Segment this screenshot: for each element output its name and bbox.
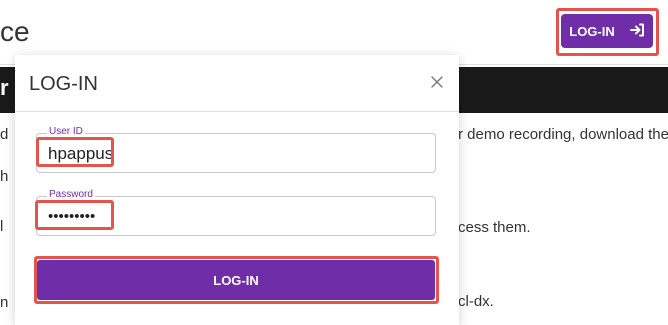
page-text-line-3-left: l (0, 218, 4, 235)
login-arrow-icon (629, 22, 645, 41)
page-text-line-4-right: cl-dx. (458, 293, 494, 310)
login-modal: LOG-IN User ID Password LOG-IN (15, 55, 459, 325)
password-field[interactable]: Password (36, 189, 436, 236)
page-text-line-1-left: d (0, 126, 9, 143)
page-text-line-4-left: n (0, 294, 9, 311)
modal-header: LOG-IN (15, 55, 459, 112)
close-button[interactable] (427, 73, 447, 93)
close-icon (429, 75, 445, 93)
modal-title: LOG-IN (29, 73, 98, 95)
password-label: Password (47, 189, 95, 201)
page-text-line-3-right: cess them. (458, 219, 531, 236)
user-id-label: User ID (47, 126, 85, 138)
user-id-field[interactable]: User ID (36, 126, 436, 173)
password-input[interactable] (46, 205, 350, 229)
page-title: ce (0, 16, 30, 47)
banner-text: r (0, 75, 9, 100)
page-text-line-1-right: r demo recording, download the la (458, 126, 668, 143)
user-id-input[interactable] (46, 142, 350, 166)
header-login-button[interactable]: LOG-IN (561, 14, 653, 48)
page-text-line-2-left: h (0, 168, 9, 185)
login-submit-button[interactable]: LOG-IN (37, 260, 435, 300)
header-login-label: LOG-IN (569, 23, 615, 39)
